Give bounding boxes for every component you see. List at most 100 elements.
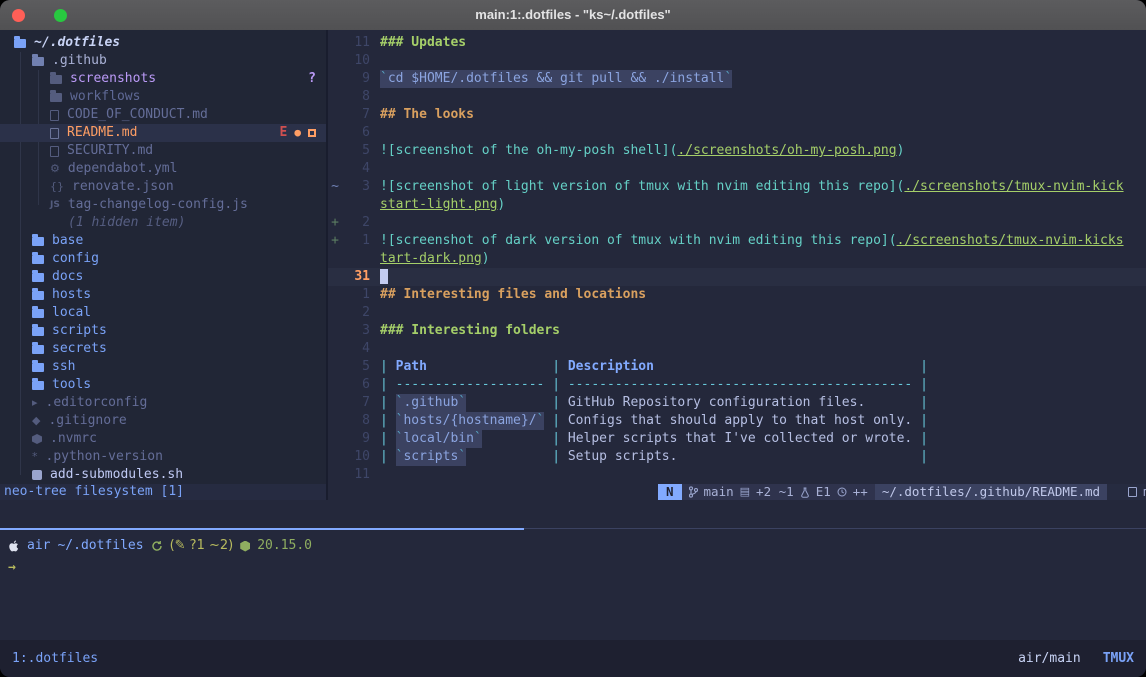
tree-item-label: (1 hidden item): [68, 214, 185, 232]
editor-line[interactable]: +2: [328, 214, 1146, 232]
tree-item-label: scripts: [52, 322, 107, 340]
editor-line[interactable]: 4: [328, 340, 1146, 358]
syntax-pipe: |: [552, 358, 568, 376]
tree-item-base[interactable]: base: [0, 232, 326, 250]
tree-item-tools[interactable]: tools: [0, 376, 326, 394]
node-icon: [240, 541, 250, 552]
editor-line[interactable]: 9`cd $HOME/.dotfiles && git pull && ./in…: [328, 70, 1146, 88]
gutter-sign: [328, 430, 342, 448]
tree-item-local[interactable]: local: [0, 304, 326, 322]
editor-line[interactable]: 11: [328, 466, 1146, 484]
editor-line[interactable]: tart-dark.png): [328, 250, 1146, 268]
editor-line[interactable]: 6: [328, 124, 1146, 142]
tree-item-code-of-conduct-md[interactable]: CODE_OF_CONDUCT.md: [0, 106, 326, 124]
tree-item-screenshots[interactable]: screenshots?: [0, 70, 326, 88]
editor-line[interactable]: 7| `.github` | GitHub Repository configu…: [328, 394, 1146, 412]
gutter-sign: [328, 466, 342, 484]
tree-item-ssh[interactable]: ssh: [0, 358, 326, 376]
gutter-sign: [328, 160, 342, 178]
tmux-session-host: air/main: [1018, 640, 1081, 677]
tree-item-label: hosts: [52, 286, 91, 304]
syntax-tick: `: [396, 448, 404, 466]
tmux-window-tab[interactable]: 1:.dotfiles: [12, 640, 98, 677]
gutter-sign: [328, 124, 342, 142]
tree-item--1-hidden-item-[interactable]: (1 hidden item): [0, 214, 326, 232]
tree-item-scripts[interactable]: scripts: [0, 322, 326, 340]
tree-item-security-md[interactable]: SECURITY.md: [0, 142, 326, 160]
tree-item-add-submodules-sh[interactable]: add-submodules.sh: [0, 466, 326, 484]
editor-line[interactable]: 11### Updates: [328, 34, 1146, 52]
editor-line[interactable]: 6| ------------------- | ---------------…: [328, 376, 1146, 394]
editor-line[interactable]: 1## Interesting files and locations: [328, 286, 1146, 304]
editor-line[interactable]: 3### Interesting folders: [328, 322, 1146, 340]
folder-icon: [32, 381, 44, 390]
syntax-pipe: |: [380, 448, 396, 466]
syntax-code: hosts/{hostname}/: [403, 412, 536, 430]
syntax-tick: `: [396, 430, 404, 448]
editor-line[interactable]: 8: [328, 88, 1146, 106]
tree-item-label: SECURITY.md: [67, 142, 153, 160]
untracked-badge: ?: [308, 70, 316, 88]
editor-line[interactable]: 5![screenshot of the oh-my-posh shell](.…: [328, 142, 1146, 160]
tree-item-label: .gitignore: [48, 412, 126, 430]
editor-line[interactable]: 9| `local/bin` | Helper scripts that I'v…: [328, 430, 1146, 448]
syntax-pipe: |: [920, 358, 928, 376]
editor-line[interactable]: start-light.png): [328, 196, 1146, 214]
neo-tree-status: neo-tree filesystem [1]: [0, 484, 326, 500]
tree-item-config[interactable]: config: [0, 250, 326, 268]
tree-item-docs[interactable]: docs: [0, 268, 326, 286]
gutter-sign: [328, 322, 342, 340]
star-icon: *: [32, 451, 38, 463]
tree-item-dependabot-yml[interactable]: ⚙dependabot.yml: [0, 160, 326, 178]
editor-lines: 11### Updates 10 9`cd $HOME/.dotfiles &&…: [328, 34, 1146, 484]
branch-name: main: [704, 484, 734, 500]
braces-icon: {}: [50, 181, 64, 193]
editor-line[interactable]: 5| Path | Description |: [328, 358, 1146, 376]
editor-line[interactable]: ~3![screenshot of light version of tmux …: [328, 178, 1146, 196]
tree-item--editorconfig[interactable]: ▸.editorconfig: [0, 394, 326, 412]
tree-item--python-version[interactable]: *.python-version: [0, 448, 326, 466]
syntax-plain: [427, 358, 552, 376]
tree-item-secrets[interactable]: secrets: [0, 340, 326, 358]
tree-item-readme-md[interactable]: README.mdE●: [0, 124, 326, 142]
tree-item-label: ~/.dotfiles: [34, 34, 120, 52]
syntax-h3: ### Updates: [380, 34, 466, 52]
tree-item--github[interactable]: .github: [0, 52, 326, 70]
editor-line[interactable]: 2: [328, 304, 1146, 322]
diamond-icon: ◆: [32, 415, 40, 427]
editor-buffer[interactable]: 11### Updates 10 9`cd $HOME/.dotfiles &&…: [328, 30, 1146, 500]
tree-item-workflows[interactable]: workflows: [0, 88, 326, 106]
tree-item-renovate-json[interactable]: {}renovate.json: [0, 178, 326, 196]
gutter-sign: [328, 268, 342, 286]
syntax-pipe: |: [920, 448, 928, 466]
git-segment: main ▤ +2 ~1 E1 ++: [682, 484, 875, 500]
tree-item--nvmrc[interactable]: .nvmrc: [0, 430, 326, 448]
syntax-pipe: |: [920, 412, 928, 430]
editor-line[interactable]: 7## The looks: [328, 106, 1146, 124]
line-number: 4: [342, 160, 370, 178]
gear-icon: ⚙: [50, 163, 60, 175]
gutter-sign: [328, 286, 342, 304]
editor-line[interactable]: 31: [328, 268, 1146, 286]
syntax-plain: [654, 358, 920, 376]
syntax-th: Path: [396, 358, 427, 376]
shell-pane[interactable]: air ~/.dotfiles (✎ ?1 ~2) 20.15.0 →: [0, 500, 1146, 640]
syntax-code: scripts: [403, 448, 458, 466]
syntax-pipe: |: [380, 430, 396, 448]
tree-item--gitignore[interactable]: ◆ .gitignore: [0, 412, 326, 430]
tree-item-tag-changelog-config-js[interactable]: JStag-changelog-config.js: [0, 196, 326, 214]
markdown-file-icon: [1128, 487, 1137, 497]
tree-item--dotfiles[interactable]: ~/.dotfiles: [0, 34, 326, 52]
editor-line[interactable]: 10: [328, 52, 1146, 70]
editor-line[interactable]: 10| `scripts` | Setup scripts. |: [328, 448, 1146, 466]
file-path: ~/.dotfiles/.github/README.md: [875, 484, 1107, 500]
syntax-tick: `: [396, 412, 404, 430]
gutter-sign: [328, 412, 342, 430]
line-number: [342, 196, 370, 214]
tree-item-hosts[interactable]: hosts: [0, 286, 326, 304]
square-icon: [32, 470, 42, 480]
editor-line[interactable]: 8| `hosts/{hostname}/` | Configs that sh…: [328, 412, 1146, 430]
editor-line[interactable]: +1![screenshot of dark version of tmux w…: [328, 232, 1146, 250]
editor-line[interactable]: 4: [328, 160, 1146, 178]
error-badge: E: [280, 124, 288, 142]
